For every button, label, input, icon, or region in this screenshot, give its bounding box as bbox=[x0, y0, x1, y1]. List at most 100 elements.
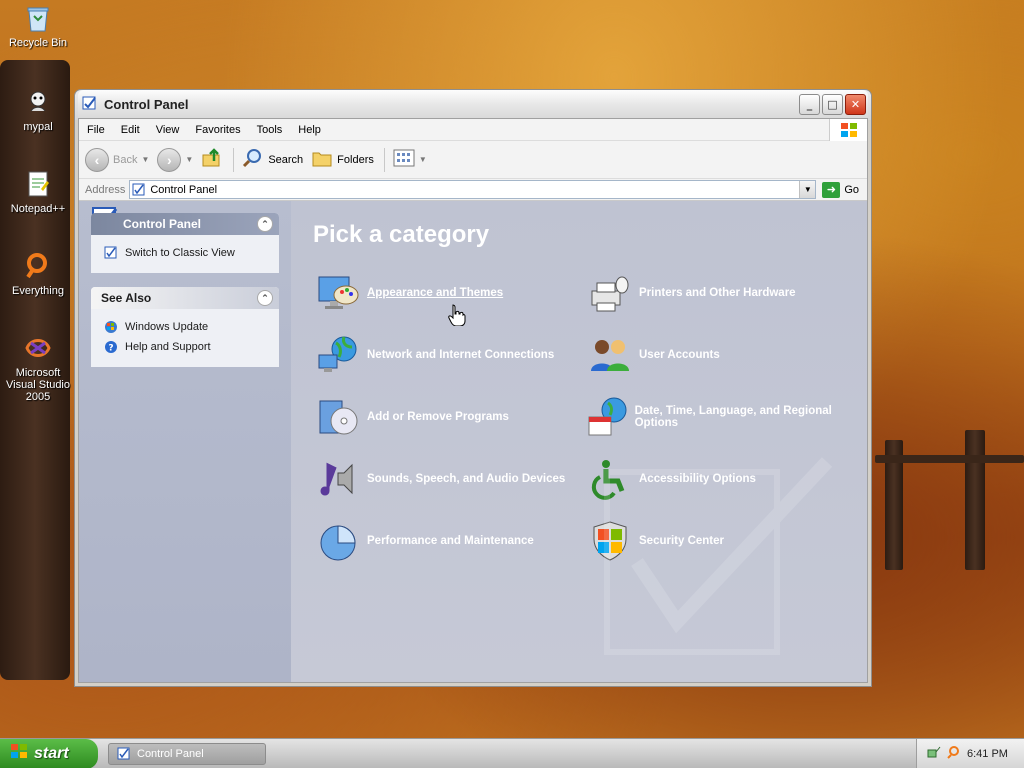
see-also-header[interactable]: See Also ⌃ bbox=[91, 287, 279, 309]
control-panel-panel: Control Panel ⌃ Switch to Classic View bbox=[91, 207, 279, 273]
link-label: Help and Support bbox=[125, 341, 211, 353]
desktop-icon-everything[interactable]: Everything bbox=[0, 250, 76, 297]
visual-studio-icon bbox=[22, 332, 54, 364]
page-heading: Pick a category bbox=[313, 221, 490, 248]
category-user-accounts[interactable]: User Accounts bbox=[585, 331, 857, 379]
address-dropdown-icon[interactable]: ▼ bbox=[799, 181, 816, 198]
views-grid-icon bbox=[393, 149, 415, 170]
menu-edit[interactable]: Edit bbox=[113, 124, 148, 136]
clock[interactable]: 6:41 PM bbox=[967, 748, 1008, 760]
address-field[interactable]: Control Panel ▼ bbox=[129, 180, 817, 199]
tray-everything-icon[interactable] bbox=[947, 745, 961, 762]
category-view: Pick a category Appearance and Themes Pr… bbox=[291, 201, 867, 682]
start-label: start bbox=[34, 744, 69, 762]
category-label: Add or Remove Programs bbox=[367, 411, 509, 423]
back-label: Back bbox=[113, 153, 138, 166]
folders-label: Folders bbox=[337, 153, 374, 166]
users-icon bbox=[585, 331, 635, 379]
notepadpp-icon bbox=[22, 168, 54, 200]
search-button[interactable]: Search bbox=[242, 147, 303, 172]
taskbar: start Control Panel 6:41 PM bbox=[0, 738, 1024, 768]
category-date-time-language-regional[interactable]: Date, Time, Language, and Regional Optio… bbox=[585, 393, 857, 441]
printer-icon bbox=[585, 269, 635, 317]
see-also-panel: See Also ⌃ Windows Update ? Help and Sup… bbox=[91, 287, 279, 367]
folders-icon bbox=[311, 147, 333, 172]
performance-icon bbox=[313, 517, 363, 565]
category-label: Printers and Other Hardware bbox=[639, 287, 796, 299]
switch-to-classic-view-link[interactable]: Switch to Classic View bbox=[103, 243, 269, 263]
category-label: Date, Time, Language, and Regional Optio… bbox=[634, 405, 832, 429]
category-label: User Accounts bbox=[639, 349, 720, 361]
views-dropdown-icon[interactable]: ▼ bbox=[419, 155, 427, 164]
minimize-button[interactable]: _ bbox=[799, 93, 820, 115]
search-label: Search bbox=[268, 153, 304, 166]
forward-dropdown-icon[interactable]: ▼ bbox=[185, 155, 193, 164]
up-folder-button[interactable] bbox=[201, 147, 223, 172]
menu-bar: File Edit View Favorites Tools Help bbox=[79, 119, 867, 141]
control-panel-small-icon bbox=[132, 183, 146, 197]
link-label: Switch to Classic View bbox=[125, 247, 235, 259]
start-button[interactable]: start bbox=[0, 738, 98, 768]
taskbar-item-control-panel[interactable]: Control Panel bbox=[108, 742, 266, 765]
search-icon bbox=[242, 147, 264, 172]
windows-flag-icon bbox=[829, 119, 867, 141]
control-panel-icon bbox=[82, 95, 98, 114]
desktop-icon-label: mypal bbox=[23, 121, 53, 133]
datetime-icon bbox=[585, 393, 631, 441]
back-dropdown-icon[interactable]: ▼ bbox=[141, 155, 149, 164]
collapse-chevron-icon[interactable]: ⌃ bbox=[257, 216, 273, 232]
forward-button[interactable]: › ▼ bbox=[157, 147, 193, 172]
system-tray: 6:41 PM bbox=[916, 738, 1024, 768]
address-value: Control Panel bbox=[150, 183, 218, 196]
address-label: Address bbox=[85, 183, 126, 196]
windows-update-link[interactable]: Windows Update bbox=[103, 317, 269, 337]
category-printers-and-other-hardware[interactable]: Printers and Other Hardware bbox=[585, 269, 857, 317]
menu-help[interactable]: Help bbox=[290, 124, 329, 136]
go-button[interactable]: ➜ Go bbox=[822, 181, 859, 198]
address-bar: Address Control Panel ▼ ➜ Go bbox=[79, 179, 867, 201]
collapse-chevron-icon[interactable]: ⌃ bbox=[257, 290, 273, 306]
category-network-and-internet-connections[interactable]: Network and Internet Connections bbox=[313, 331, 585, 379]
classic-view-icon bbox=[103, 245, 119, 261]
category-sounds-speech-audio[interactable]: Sounds, Speech, and Audio Devices bbox=[313, 455, 585, 503]
help-icon: ? bbox=[103, 339, 119, 355]
category-add-or-remove-programs[interactable]: Add or Remove Programs bbox=[313, 393, 585, 441]
back-button[interactable]: ‹ Back ▼ bbox=[85, 147, 149, 172]
desktop-icon-visual-studio[interactable]: Microsoft Visual Studio 2005 bbox=[0, 332, 76, 403]
windows-update-icon bbox=[103, 319, 119, 335]
help-and-support-link[interactable]: ? Help and Support bbox=[103, 337, 269, 357]
hand-cursor-icon bbox=[448, 304, 466, 329]
toolbar: ‹ Back ▼ › ▼ Search Folders ▼ bbox=[79, 141, 867, 179]
tray-network-icon[interactable] bbox=[927, 745, 941, 762]
sound-icon bbox=[313, 455, 363, 503]
desktop-icon-label: Recycle Bin bbox=[8, 37, 68, 49]
views-button[interactable]: ▼ bbox=[393, 149, 427, 170]
recycle-bin-icon bbox=[22, 2, 54, 34]
maximize-button[interactable]: □ bbox=[822, 93, 843, 115]
desktop-icon-recycle-bin[interactable]: Recycle Bin bbox=[0, 2, 76, 49]
category-label: Performance and Maintenance bbox=[367, 535, 534, 547]
up-folder-icon bbox=[201, 147, 223, 172]
desktop-icon-label: Everything bbox=[12, 285, 64, 297]
desktop-icon-notepadpp[interactable]: Notepad++ bbox=[0, 168, 76, 215]
menu-file[interactable]: File bbox=[79, 124, 113, 136]
control-panel-panel-header[interactable]: Control Panel ⌃ bbox=[91, 213, 279, 235]
desktop-icon-mypal[interactable]: mypal bbox=[0, 86, 76, 133]
close-button[interactable]: ✕ bbox=[845, 93, 866, 115]
appearance-icon bbox=[313, 269, 363, 317]
folders-button[interactable]: Folders bbox=[311, 147, 374, 172]
title-bar[interactable]: Control Panel _ □ ✕ bbox=[78, 90, 868, 118]
category-performance-and-maintenance[interactable]: Performance and Maintenance bbox=[313, 517, 585, 565]
window-title: Control Panel bbox=[104, 96, 189, 112]
mypal-icon bbox=[22, 86, 54, 118]
windows-logo-icon bbox=[10, 743, 28, 764]
category-label: Network and Internet Connections bbox=[367, 349, 555, 361]
menu-tools[interactable]: Tools bbox=[249, 124, 291, 136]
go-label: Go bbox=[844, 183, 859, 196]
desktop-icon-label: Notepad++ bbox=[10, 203, 66, 215]
menu-view[interactable]: View bbox=[148, 124, 188, 136]
go-arrow-icon: ➜ bbox=[822, 181, 841, 198]
desktop-icon-label: Microsoft Visual Studio 2005 bbox=[5, 367, 70, 403]
menu-favorites[interactable]: Favorites bbox=[187, 124, 248, 136]
network-icon bbox=[313, 331, 363, 379]
